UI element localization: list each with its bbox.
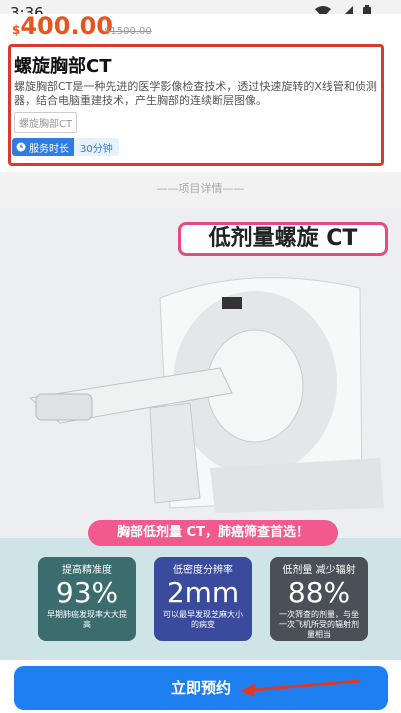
clock-icon xyxy=(16,142,26,152)
stat-number: 2mm xyxy=(166,576,240,609)
image-headline: 低剂量螺旋 CT xyxy=(178,222,388,256)
product-description: 螺旋胸部CT是一种先进的医学影像检查技术，透过快速旋转的X线管和侦测器，结合电脑… xyxy=(14,80,377,107)
product-title: 螺旋胸部CT xyxy=(14,56,112,77)
stat-box-accuracy: 提高精准度 93% 早期肺癌发现率大大提高 xyxy=(38,557,136,641)
price-value: 400.00 xyxy=(20,12,113,40)
original-price: $1500.00 xyxy=(104,26,152,37)
section-title: ——项目详情—— xyxy=(156,182,245,195)
stat-number: 93% xyxy=(55,576,119,609)
section-divider: ——项目详情—— xyxy=(0,180,401,196)
image-banner: 胸部低剂量 CT，肺癌筛查首选！ xyxy=(88,520,338,546)
stat-note: 早期肺癌发现率大大提高 xyxy=(47,610,127,629)
stat-box-resolution: 低密度分辨率 2mm 可以最早发现芝麻大小的病变 xyxy=(154,557,252,641)
stat-box-dose: 低剂量 减少辐射 88% 一次筛查的剂量，与坐一次飞机所受的辐射剂量相当 xyxy=(270,557,368,641)
duration-badge: 服务时长 30分钟 xyxy=(12,138,119,156)
stat-heading: 低密度分辨率 xyxy=(173,565,233,576)
price: $400.00 xyxy=(12,12,113,40)
stat-heading: 提高精准度 xyxy=(62,565,112,576)
stat-note: 可以最早发现芝麻大小的病变 xyxy=(163,610,243,629)
stat-note: 一次筛查的剂量，与坐一次飞机所受的辐射剂量相当 xyxy=(279,610,359,639)
duration-label: 服务时长 xyxy=(29,143,69,155)
stat-heading: 低剂量 减少辐射 xyxy=(282,565,356,576)
duration-value: 30分钟 xyxy=(74,138,119,156)
pointer-arrow-icon xyxy=(240,679,361,697)
stat-number: 88% xyxy=(287,576,351,609)
duration-label-box: 服务时长 xyxy=(12,138,74,156)
product-tag: 螺旋胸部CT xyxy=(14,112,78,133)
